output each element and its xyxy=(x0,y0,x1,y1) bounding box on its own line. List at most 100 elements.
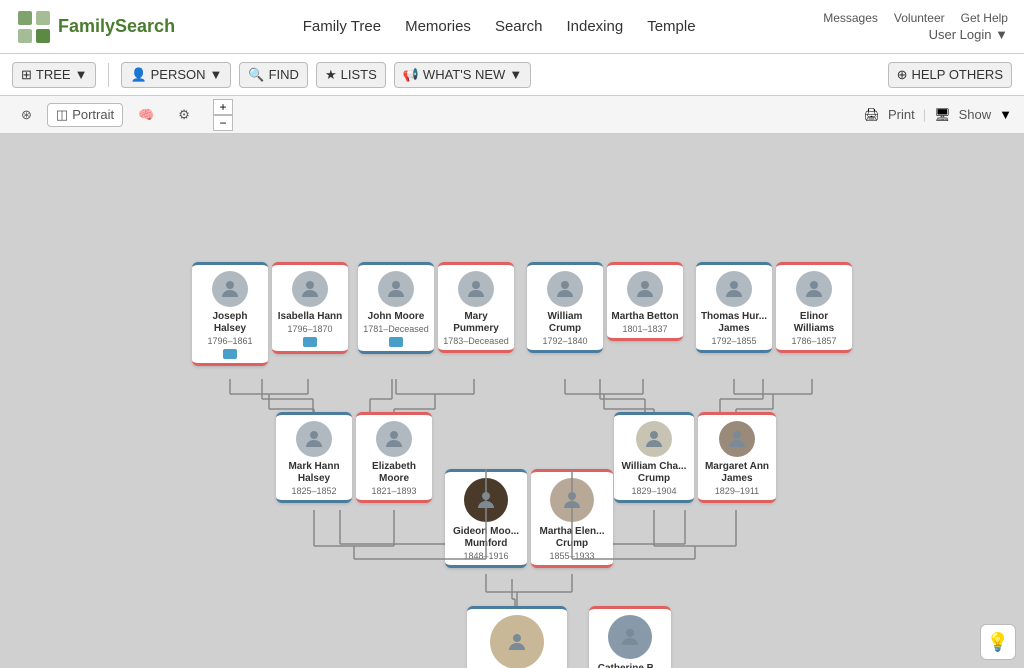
volunteer-link[interactable]: Volunteer xyxy=(894,11,945,25)
gideon-name: Gideon Moo... Mumford xyxy=(449,526,523,550)
tree-chevron: ▼ xyxy=(75,67,88,82)
person-dropdown-btn[interactable]: 👤 PERSON ▼ xyxy=(121,62,231,88)
thomas-dates: 1792–1855 xyxy=(711,336,756,346)
mary-dates: 1783–Deceased xyxy=(443,336,509,346)
martha-betton-dates: 1801–1837 xyxy=(622,324,667,334)
logo-area[interactable]: FamilySearch xyxy=(16,9,175,45)
show-chevron: ▼ xyxy=(999,107,1012,122)
elizabeth-moore-card[interactable]: Elizabeth Moore 1821–1893 xyxy=(356,412,432,503)
user-login-btn[interactable]: User Login xyxy=(929,27,992,42)
catherine-avatar xyxy=(608,615,652,659)
print-icon: 🖨 xyxy=(863,107,880,123)
victor-avatar xyxy=(490,615,544,668)
main-nav: Family Tree Memories Search Indexing Tem… xyxy=(303,18,696,35)
william-cha-crump-card[interactable]: William Cha... Crump 1829–1904 xyxy=(614,412,694,503)
connect-view-btn[interactable]: ⊛ xyxy=(12,103,41,127)
nav-temple[interactable]: Temple xyxy=(647,18,695,35)
gideon-avatar xyxy=(464,478,508,522)
mark-dates: 1825–1852 xyxy=(291,486,336,496)
nav-indexing[interactable]: Indexing xyxy=(566,18,623,35)
connecting-lines xyxy=(0,134,1024,668)
john-record-icon xyxy=(389,337,403,347)
catherine-name: Catherine B... Neff xyxy=(593,663,667,668)
settings-view-btn[interactable]: ⚙ xyxy=(169,103,199,127)
find-icon: 🔍 xyxy=(248,67,264,83)
mary-avatar xyxy=(458,271,494,307)
show-icon: 🖥 xyxy=(934,107,951,123)
help-others-btn[interactable]: ⊕ HELP OTHERS xyxy=(888,62,1012,88)
elinor-williams-card[interactable]: Elinor Williams 1786–1857 xyxy=(776,262,852,353)
tree-lines xyxy=(0,134,1024,668)
joseph-halsey-card[interactable]: Joseph Halsey 1796–1861 xyxy=(192,262,268,366)
help-icon: ⊕ xyxy=(897,67,908,83)
william-crump-avatar xyxy=(547,271,583,307)
person-label: PERSON xyxy=(151,67,206,82)
logo-text: FamilySearch xyxy=(58,16,175,37)
zoom-in-btn[interactable]: + xyxy=(213,99,233,115)
tree-canvas: Joseph Halsey 1796–1861 Isabella Hann 17… xyxy=(0,134,1024,668)
william-cha-dates: 1829–1904 xyxy=(631,486,676,496)
divider-print-show: | xyxy=(923,107,926,122)
person-chevron: ▼ xyxy=(210,67,223,82)
william-crump-card[interactable]: William Crump 1792–1840 xyxy=(527,262,603,353)
margaret-avatar xyxy=(719,421,755,457)
william-crump-dates: 1792–1840 xyxy=(542,336,587,346)
whats-new-btn[interactable]: 📢 WHAT'S NEW ▼ xyxy=(394,62,531,88)
whats-new-icon: 📢 xyxy=(403,67,419,83)
portrait-view-btn[interactable]: ◫ Portrait xyxy=(47,103,123,127)
isabella-hann-card[interactable]: Isabella Hann 1796–1870 xyxy=(272,262,348,354)
zoom-out-btn[interactable]: − xyxy=(213,115,233,131)
find-btn[interactable]: 🔍 FIND xyxy=(239,62,308,88)
john-name: John Moore xyxy=(368,311,425,323)
thomas-james-card[interactable]: Thomas Hur... James 1792–1855 xyxy=(696,262,772,353)
second-bar-right: ⊕ HELP OTHERS xyxy=(888,62,1012,88)
brain-icon: 🧠 xyxy=(138,107,154,123)
isabella-dates: 1796–1870 xyxy=(287,324,332,334)
show-btn[interactable]: Show xyxy=(959,107,992,122)
john-moore-card[interactable]: John Moore 1781–Deceased xyxy=(358,262,434,354)
martha-betton-name: Martha Betton xyxy=(611,311,678,323)
isabella-record-icon xyxy=(303,337,317,347)
tree-icon: ⊞ xyxy=(21,67,32,83)
william-cha-name: William Cha... Crump xyxy=(618,461,690,485)
help-others-label: HELP OTHERS xyxy=(911,67,1003,82)
divider-1 xyxy=(108,63,109,87)
victor-mumford-card[interactable]: Victor Emanuel Mumford 1885–1973 xyxy=(467,606,567,668)
whats-new-chevron: ▼ xyxy=(509,67,522,82)
elizabeth-avatar xyxy=(376,421,412,457)
messages-link[interactable]: Messages xyxy=(823,11,878,25)
martha-betton-card[interactable]: Martha Betton 1801–1837 xyxy=(607,262,683,341)
lightbulb-icon: 💡 xyxy=(987,632,1009,653)
mark-name: Mark Hann Halsey xyxy=(280,461,348,485)
settings-icon: ⚙ xyxy=(178,107,190,123)
nav-search[interactable]: Search xyxy=(495,18,543,35)
joseph-name: Joseph Halsey xyxy=(196,311,264,335)
martha-crump-card[interactable]: Martha Elen... Crump 1855–1933 xyxy=(531,469,613,568)
gideon-mumford-card[interactable]: Gideon Moo... Mumford 1848–1916 xyxy=(445,469,527,568)
nav-memories[interactable]: Memories xyxy=(405,18,471,35)
nav-family-tree[interactable]: Family Tree xyxy=(303,18,381,35)
john-dates: 1781–Deceased xyxy=(363,324,429,334)
martha-crump-name: Martha Elen... Crump xyxy=(535,526,609,550)
john-avatar xyxy=(378,271,414,307)
joseph-avatar xyxy=(212,271,248,307)
martha-betton-avatar xyxy=(627,271,663,307)
get-help-link[interactable]: Get Help xyxy=(961,11,1008,25)
third-bar: ⊛ ◫ Portrait 🧠 ⚙ + − 🖨 Print | 🖥 Show ▼ xyxy=(0,96,1024,134)
mark-halsey-card[interactable]: Mark Hann Halsey 1825–1852 xyxy=(276,412,352,503)
thomas-name: Thomas Hur... James xyxy=(700,311,768,335)
gideon-dates: 1848–1916 xyxy=(463,551,508,561)
mary-pummery-card[interactable]: Mary Pummery 1783–Deceased xyxy=(438,262,514,353)
tree-dropdown-btn[interactable]: ⊞ TREE ▼ xyxy=(12,62,96,88)
brain-view-btn[interactable]: 🧠 xyxy=(129,103,163,127)
top-bar: FamilySearch Family Tree Memories Search… xyxy=(0,0,1024,54)
catherine-neff-card[interactable]: Catherine B... Neff 1885–1972 xyxy=(589,606,671,668)
lists-label: LISTS xyxy=(341,67,377,82)
lightbulb-btn[interactable]: 💡 xyxy=(980,624,1016,660)
lists-icon: ★ xyxy=(325,67,337,83)
margaret-ann-card[interactable]: Margaret Ann James 1829–1911 xyxy=(698,412,776,503)
familysearch-logo-icon xyxy=(16,9,52,45)
thomas-avatar xyxy=(716,271,752,307)
lists-btn[interactable]: ★ LISTS xyxy=(316,62,386,88)
print-btn[interactable]: Print xyxy=(888,107,915,122)
